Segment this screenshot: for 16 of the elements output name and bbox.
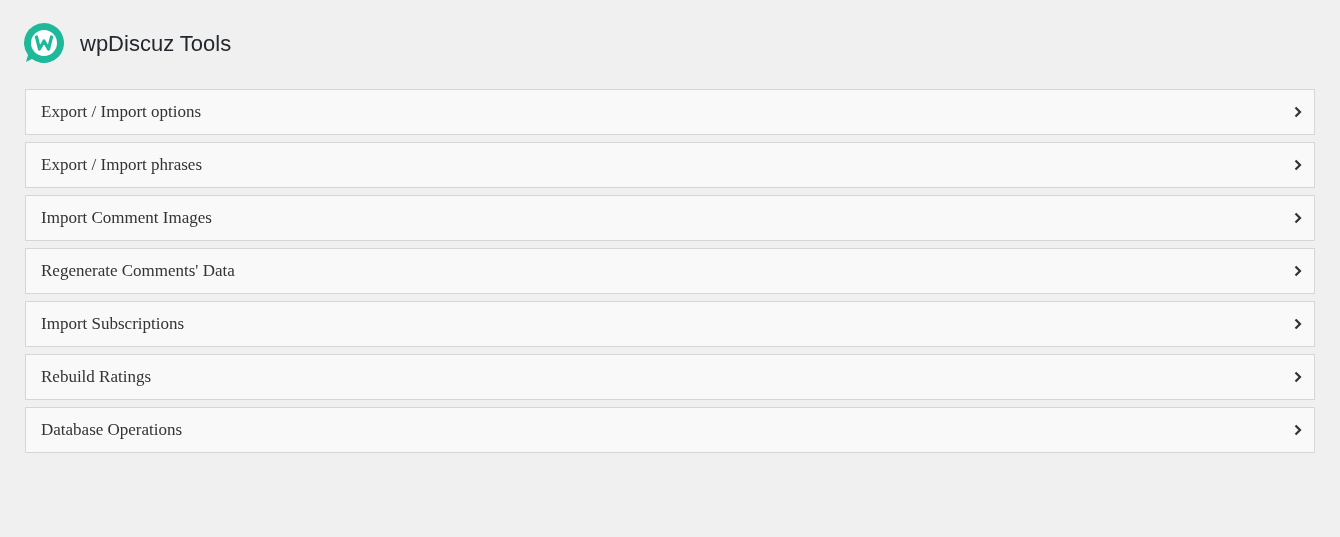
- chevron-right-icon: [1294, 159, 1302, 171]
- accordion-section[interactable]: Import Subscriptions: [25, 301, 1315, 347]
- accordion-section[interactable]: Export / Import options: [25, 89, 1315, 135]
- chevron-right-icon: [1294, 318, 1302, 330]
- logo-icon: [22, 21, 66, 65]
- accordion-section[interactable]: Rebuild Ratings: [25, 354, 1315, 400]
- accordion-section[interactable]: Export / Import phrases: [25, 142, 1315, 188]
- accordion-section[interactable]: Import Comment Images: [25, 195, 1315, 241]
- accordion-section[interactable]: Database Operations: [25, 407, 1315, 453]
- page-title: wpDiscuz Tools: [80, 29, 232, 58]
- chevron-right-icon: [1294, 106, 1302, 118]
- chevron-right-icon: [1294, 212, 1302, 224]
- accordion-section[interactable]: Regenerate Comments' Data: [25, 248, 1315, 294]
- chevron-right-icon: [1294, 371, 1302, 383]
- chevron-right-icon: [1294, 424, 1302, 436]
- chevron-right-icon: [1294, 265, 1302, 277]
